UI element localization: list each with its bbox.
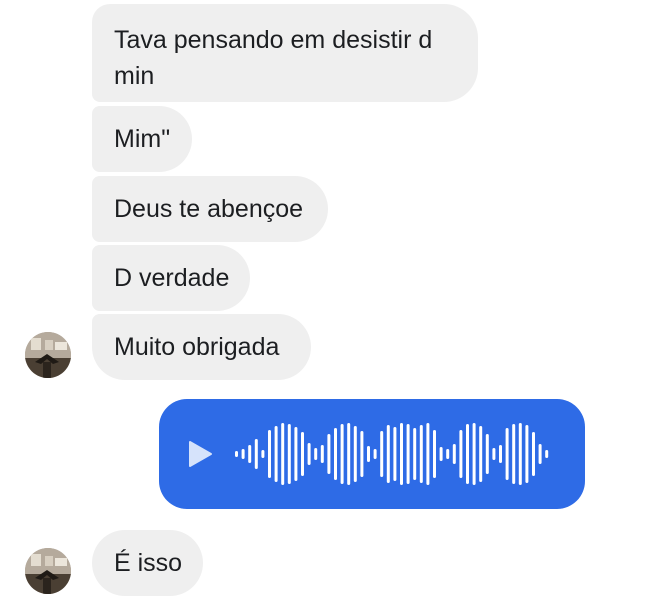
message-text: É isso	[114, 549, 183, 577]
waveform-bar	[254, 439, 258, 469]
waveform-bar	[347, 423, 351, 485]
waveform-bar	[499, 445, 502, 463]
voice-message-bubble[interactable]	[159, 399, 585, 509]
waveform-bar	[518, 423, 522, 485]
waveform-bar	[400, 423, 403, 485]
waveform-bar	[301, 432, 304, 476]
waveform-bar	[386, 425, 390, 483]
waveform-bar	[433, 430, 436, 478]
message-text: Tava pensando em desistir d min	[114, 26, 433, 90]
message-text: Mim"	[114, 125, 171, 153]
message-bubble-incoming[interactable]: Mim"	[92, 106, 192, 172]
message-bubble-incoming[interactable]: Deus te abençoe	[92, 176, 328, 242]
waveform-bar	[492, 448, 496, 460]
waveform-bar	[532, 432, 535, 476]
waveform-bar	[466, 424, 469, 484]
waveform-bar	[545, 450, 549, 458]
waveform-bar	[393, 427, 397, 481]
message-text: Deus te abençoe	[114, 195, 304, 223]
waveform-bar	[472, 423, 476, 485]
waveform-bar	[248, 445, 252, 463]
contact-avatar[interactable]	[25, 548, 71, 594]
play-icon[interactable]	[187, 440, 213, 468]
waveform-bar	[353, 426, 357, 482]
waveform-bar	[426, 423, 430, 485]
message-text: D verdade	[114, 264, 230, 292]
waveform-bar	[235, 451, 238, 457]
waveform-bar	[320, 445, 324, 463]
avatar-photo	[25, 332, 71, 378]
waveform-bar	[452, 444, 456, 464]
waveform-bar	[406, 424, 410, 484]
waveform-bar	[307, 443, 311, 465]
waveform-bar	[459, 430, 463, 478]
message-bubble-incoming[interactable]: Muito obrigada	[92, 314, 311, 380]
message-bubble-incoming[interactable]: D verdade	[92, 245, 250, 311]
waveform-bar	[413, 428, 417, 480]
audio-waveform[interactable]	[235, 399, 565, 509]
avatar-photo	[25, 548, 71, 594]
waveform-bar	[367, 446, 370, 462]
waveform-bar	[439, 447, 443, 461]
waveform-bar	[287, 424, 291, 484]
waveform-bar	[241, 449, 245, 459]
waveform-bar	[340, 424, 344, 484]
message-bubble-incoming[interactable]: Tava pensando em desistir d min	[92, 4, 478, 102]
waveform-bar	[261, 450, 265, 458]
waveform-bar	[281, 423, 285, 485]
waveform-bar	[274, 426, 278, 482]
waveform-bar	[268, 430, 271, 478]
contact-avatar[interactable]	[25, 332, 71, 378]
waveform-bar	[294, 427, 298, 481]
waveform-bar	[525, 425, 529, 483]
waveform-bar	[380, 431, 384, 477]
waveform-bar	[373, 449, 377, 459]
message-bubble-incoming[interactable]: É isso	[92, 530, 203, 596]
waveform-bar	[485, 434, 489, 474]
waveform-bar	[419, 425, 423, 483]
waveform-bar	[334, 428, 337, 480]
waveform-bar	[360, 431, 364, 477]
waveform-bar	[479, 426, 483, 482]
waveform-bar	[512, 424, 516, 484]
waveform-bar	[314, 448, 318, 460]
waveform-bar	[327, 434, 331, 474]
message-text: Muito obrigada	[114, 333, 280, 361]
waveform-bar	[446, 449, 450, 459]
waveform-bar	[505, 428, 509, 480]
waveform-bar	[538, 444, 542, 464]
